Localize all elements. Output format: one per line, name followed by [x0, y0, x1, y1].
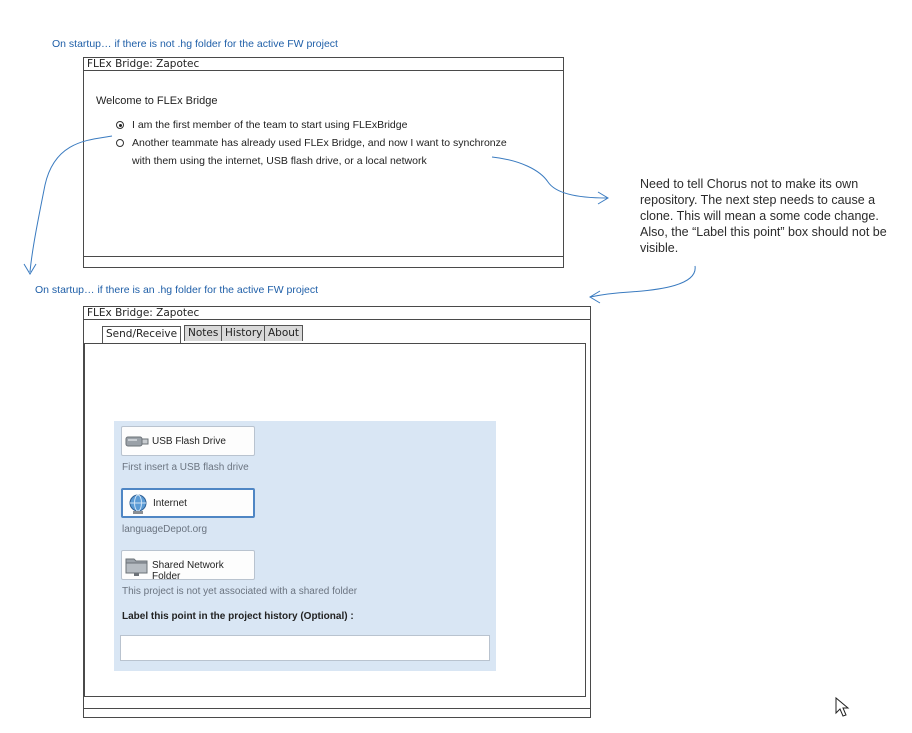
arrow-to-second-window: [29, 135, 113, 273]
arrow-note-to-window: [589, 265, 696, 298]
annotation-arrows: [23, 135, 850, 717]
mouse-pointer-icon: [835, 696, 850, 717]
arrow-to-note: [491, 156, 608, 199]
tab-send-receive[interactable]: Send/Receive: [102, 326, 182, 343]
